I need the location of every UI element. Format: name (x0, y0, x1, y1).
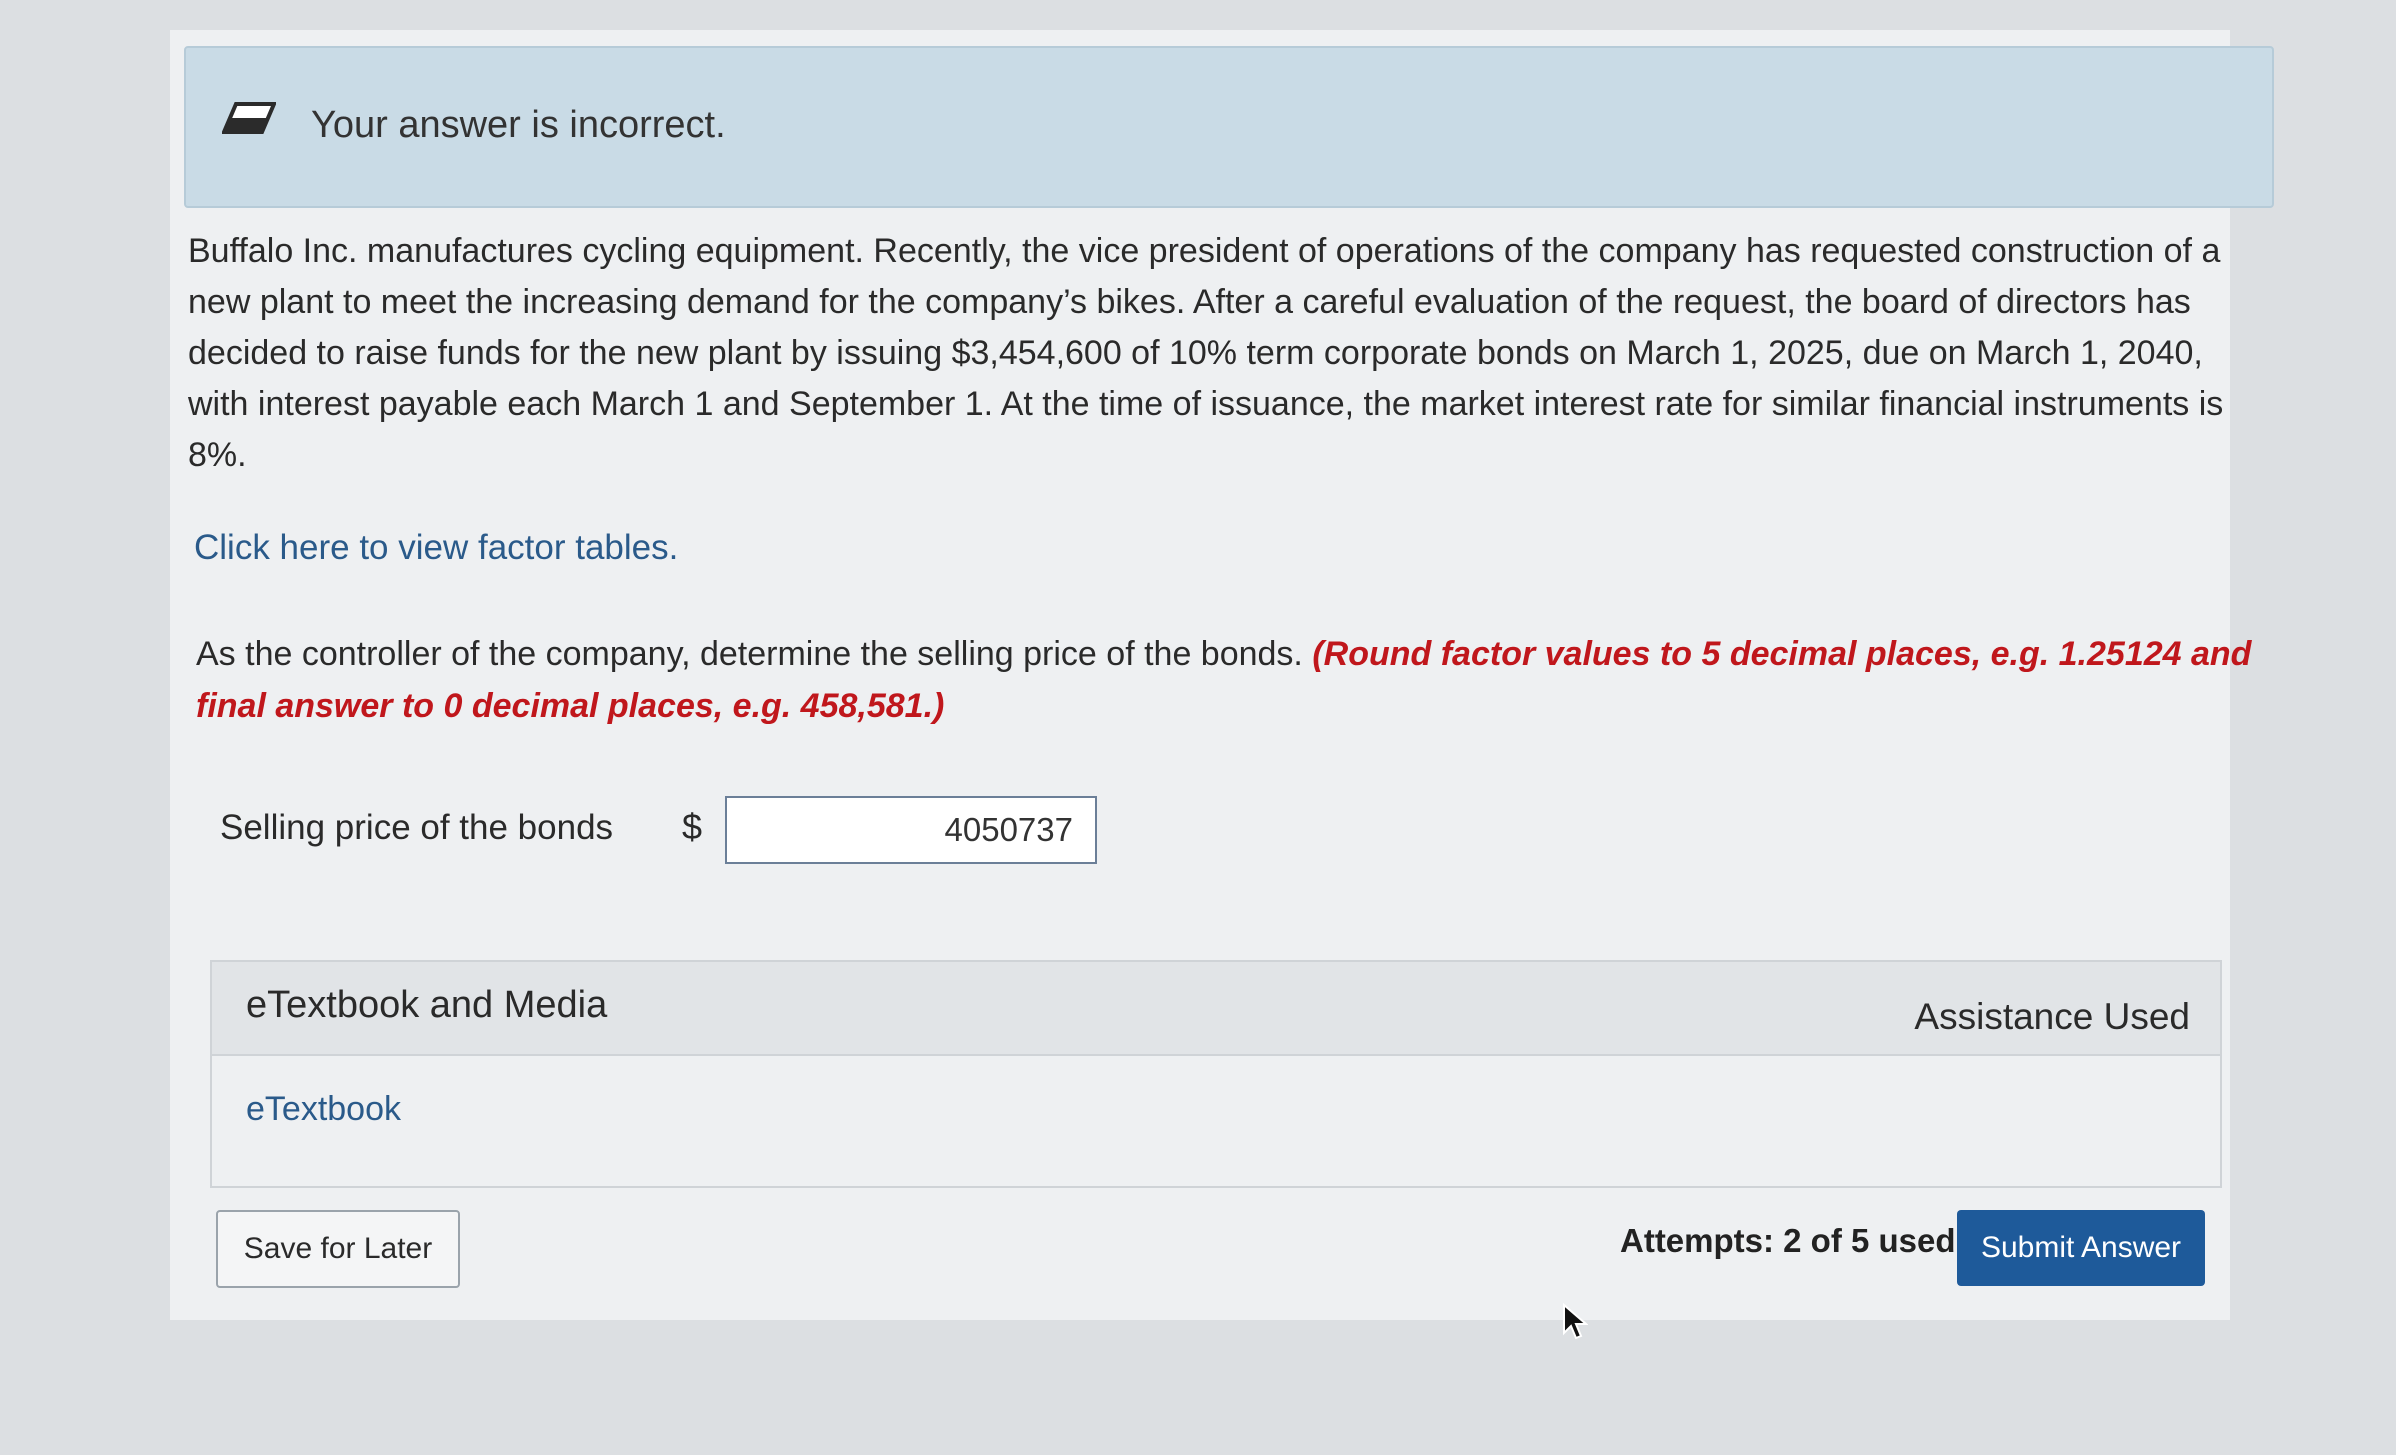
selling-price-label: Selling price of the bonds (220, 808, 614, 847)
save-for-later-button[interactable]: Save for Later (216, 1210, 460, 1288)
panel-header[interactable]: eTextbook and Media Assistance Used (212, 962, 2220, 1056)
feedback-banner: Your answer is incorrect. (184, 46, 2274, 208)
mouse-cursor-icon (1563, 1303, 1588, 1340)
etextbook-media-panel: eTextbook and Media Assistance Used eTex… (210, 960, 2222, 1188)
etextbook-link[interactable]: eTextbook (246, 1090, 401, 1129)
instruction-text: As the controller of the company, determ… (196, 628, 2256, 732)
instruction-main: As the controller of the company, determ… (196, 635, 1313, 673)
panel-title: eTextbook and Media (246, 984, 608, 1026)
factor-tables-link[interactable]: Click here to view factor tables. (194, 528, 678, 568)
currency-symbol: $ (682, 806, 703, 847)
question-text: Buffalo Inc. manufactures cycling equipm… (188, 232, 2224, 474)
question-page: Your answer is incorrect. Buffalo Inc. m… (170, 30, 2274, 1320)
feedback-message: Your answer is incorrect. (311, 104, 726, 146)
eraser-icon (222, 102, 276, 134)
selling-price-input[interactable] (725, 796, 1097, 864)
assistance-used-label: Assistance Used (1914, 996, 2190, 1037)
attempts-counter: Attempts: 2 of 5 used (1620, 1222, 1956, 1259)
submit-answer-button[interactable]: Submit Answer (1957, 1210, 2205, 1286)
